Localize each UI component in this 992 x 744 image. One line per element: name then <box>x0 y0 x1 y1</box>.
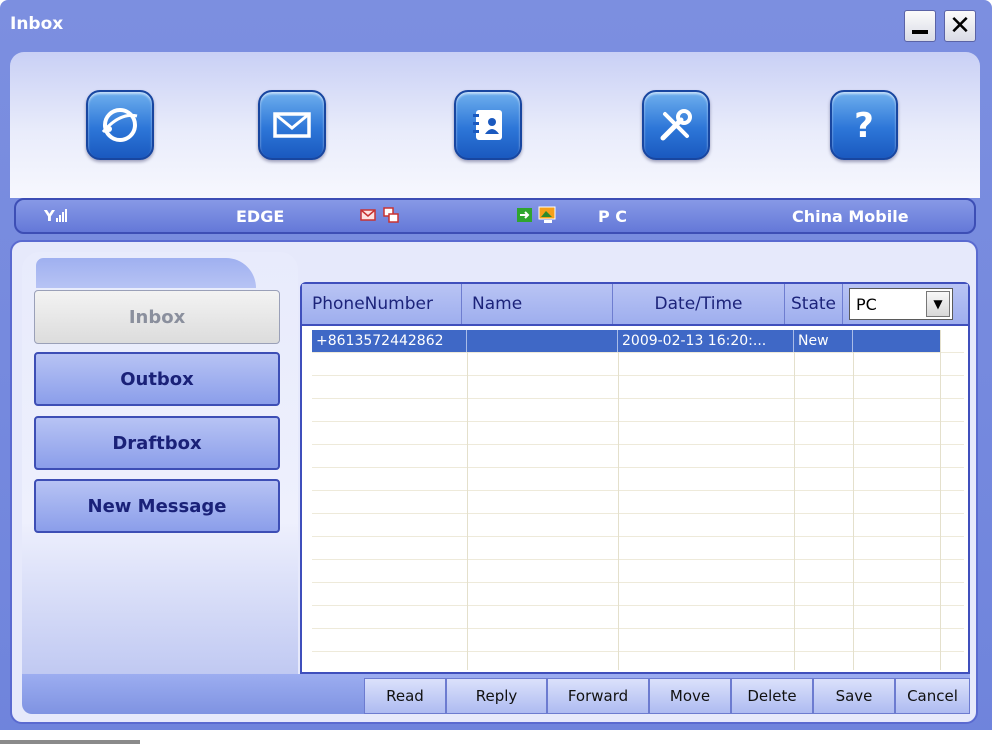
app-window: Inbox ✕ ? Y EDGE P C China Mobile Inbox … <box>0 0 992 744</box>
location-select-value: PC <box>856 294 877 314</box>
operator-name: China Mobile <box>792 207 909 226</box>
main-toolbar: ? <box>10 52 980 198</box>
envelope-icon <box>273 112 311 138</box>
cell-state: New <box>794 330 853 352</box>
status-bar: Y EDGE P C China Mobile <box>14 198 976 234</box>
help-button[interactable]: ? <box>830 90 898 160</box>
desktop-divider <box>0 740 140 744</box>
grid-divider <box>940 330 941 670</box>
close-button[interactable]: ✕ <box>944 10 976 42</box>
read-button[interactable]: Read <box>364 678 446 714</box>
sidebar-item-new-message[interactable]: New Message <box>34 479 280 533</box>
window-title: Inbox <box>10 14 64 34</box>
grid-lines <box>312 330 964 670</box>
sidebar-item-outbox[interactable]: Outbox <box>34 352 280 406</box>
tools-icon <box>660 109 692 141</box>
sidebar-item-draftbox[interactable]: Draftbox <box>34 416 280 470</box>
reply-button[interactable]: Reply <box>446 678 547 714</box>
svg-text:?: ? <box>854 106 874 146</box>
sim-status-icon <box>383 207 399 223</box>
phonebook-button[interactable] <box>454 90 522 160</box>
signal-strength-icon: Y <box>44 207 67 224</box>
sms-status-icon <box>360 209 376 221</box>
grid-divider <box>467 330 468 670</box>
connection-status: P C <box>598 207 628 226</box>
message-list-header: PhoneNumber Name Date/Time State PC ▼ <box>302 284 968 326</box>
grid-divider <box>618 330 619 670</box>
message-list: PhoneNumber Name Date/Time State PC ▼ +8… <box>300 282 970 674</box>
sidebar-item-inbox[interactable]: Inbox <box>34 290 280 344</box>
grid-divider <box>794 330 795 670</box>
minimize-button[interactable] <box>904 10 936 42</box>
column-header-phone[interactable]: PhoneNumber <box>302 284 462 324</box>
column-header-state[interactable]: State <box>785 284 843 324</box>
move-button[interactable]: Move <box>649 678 731 714</box>
table-row[interactable]: +8613572442862 2009-02-13 16:20:... New <box>312 330 940 352</box>
desktop-strip <box>0 730 992 744</box>
location-filter: PC ▼ <box>843 284 953 324</box>
content-panel: Inbox Outbox Draftbox New Message PhoneN… <box>10 240 978 724</box>
minimize-icon <box>912 30 928 34</box>
column-header-name[interactable]: Name <box>462 284 613 324</box>
message-list-body: +8613572442862 2009-02-13 16:20:... New <box>312 330 964 670</box>
globe-icon <box>101 108 138 142</box>
cell-name <box>467 330 618 352</box>
settings-button[interactable] <box>642 90 710 160</box>
save-button[interactable]: Save <box>813 678 895 714</box>
internet-button[interactable] <box>86 90 154 160</box>
connect-icon <box>517 208 532 222</box>
cell-datetime: 2009-02-13 16:20:... <box>618 330 794 352</box>
pc-icon <box>538 206 556 223</box>
svg-text:Y: Y <box>44 207 56 224</box>
cancel-button[interactable]: Cancel <box>895 678 970 714</box>
column-header-datetime[interactable]: Date/Time <box>613 284 785 324</box>
network-type: EDGE <box>236 207 285 226</box>
cell-phone: +8613572442862 <box>312 330 467 352</box>
grid-divider <box>853 330 854 670</box>
delete-button[interactable]: Delete <box>731 678 813 714</box>
sms-button[interactable] <box>258 90 326 160</box>
help-icon: ? <box>854 106 874 146</box>
sidebar-tab-decoration <box>36 258 256 288</box>
title-bar: Inbox ✕ <box>0 0 992 50</box>
forward-button[interactable]: Forward <box>547 678 649 714</box>
location-select[interactable]: PC ▼ <box>849 288 953 320</box>
cell-empty <box>853 330 940 352</box>
contacts-book-icon <box>473 110 502 140</box>
chevron-down-icon[interactable]: ▼ <box>926 291 950 317</box>
